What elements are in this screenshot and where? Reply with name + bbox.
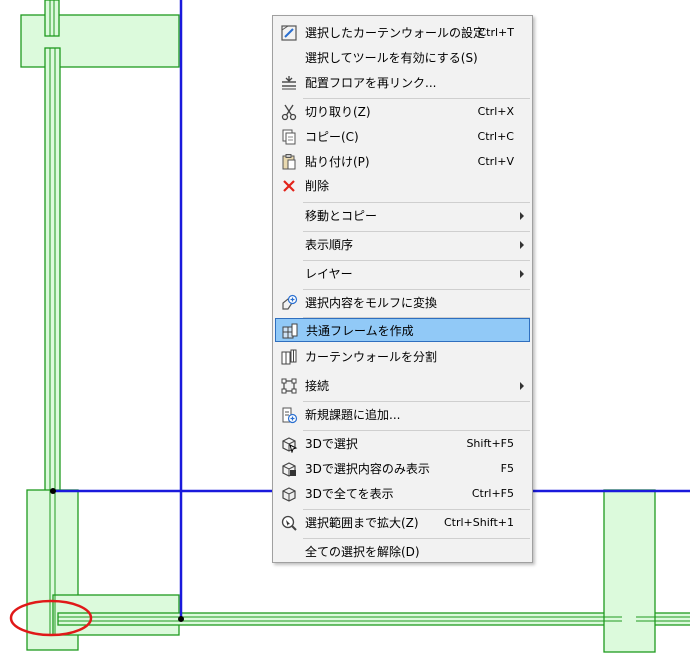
curtain-wall-panel[interactable]	[603, 489, 656, 653]
menu-item-label: 配置フロアを再リンク...	[305, 76, 437, 90]
menu-item[interactable]: 選択してツールを有効にする(S)	[275, 46, 530, 70]
menu-item-label: カーテンウォールを分割	[305, 350, 438, 364]
menu-item-label: コピー(C)	[305, 130, 359, 144]
submenu-arrow-icon	[520, 212, 524, 220]
menu-item[interactable]: 選択したカーテンウォールの設定 Ctrl+T	[275, 21, 530, 45]
menu-item[interactable]: 選択範囲まで拡大(Z) Ctrl+Shift+1	[275, 511, 530, 535]
curtain-wall-frame[interactable]	[44, 0, 60, 37]
menu-item[interactable]: 切り取り(Z) Ctrl+X	[275, 100, 530, 124]
menu-item[interactable]: レイヤー	[275, 262, 530, 286]
menu-separator	[303, 289, 530, 290]
menu-item-shortcut: Ctrl+V	[477, 155, 514, 168]
menu-item[interactable]: 移動とコピー	[275, 204, 530, 228]
menu-item-shortcut: Ctrl+Shift+1	[443, 516, 514, 529]
select-3d-icon	[280, 435, 298, 454]
menu-item-label: 選択したカーテンウォールの設定	[305, 26, 486, 40]
submenu-arrow-icon	[520, 270, 524, 278]
common-frame-icon	[281, 322, 299, 340]
submenu-arrow-icon	[520, 241, 524, 249]
menu-separator	[303, 430, 530, 431]
split-curtain-wall-icon	[280, 348, 298, 366]
menu-item-label: 切り取り(Z)	[305, 105, 371, 119]
context-menu: 選択したカーテンウォールの設定 Ctrl+T 選択してツールを有効にする(S) 配置フ…	[272, 15, 533, 563]
menu-item[interactable]: コピー(C) Ctrl+C	[275, 125, 530, 149]
menu-item[interactable]: 全ての選択を解除(D)	[275, 540, 530, 564]
menu-separator	[303, 98, 530, 99]
menu-item-label: 選択してツールを有効にする(S)	[305, 51, 478, 65]
menu-item-shortcut: Ctrl+X	[477, 105, 514, 118]
menu-item-label: 移動とコピー	[305, 209, 378, 223]
menu-item-label: 3Dで全てを表示	[305, 487, 394, 501]
relink-floor-icon	[280, 74, 298, 92]
menu-item[interactable]: 3Dで全てを表示 Ctrl+F5	[275, 482, 530, 506]
zoom-selection-icon	[280, 514, 298, 532]
menu-separator	[303, 401, 530, 402]
menu-item-label: 接続	[305, 379, 330, 393]
menu-item[interactable]: 選択内容をモルフに変換	[275, 291, 530, 315]
menu-item-label: 選択内容をモルフに変換	[305, 296, 438, 310]
menu-separator	[303, 231, 530, 232]
menu-item-label: 全ての選択を解除(D)	[305, 545, 420, 559]
menu-item[interactable]: 新規課題に追加...	[275, 403, 530, 427]
menu-item-label: 表示順序	[305, 238, 354, 252]
menu-item[interactable]: 配置フロアを再リンク...	[275, 71, 530, 95]
menu-item[interactable]: 3Dで選択 Shift+F5	[275, 432, 530, 456]
menu-item[interactable]: 接続	[275, 374, 530, 398]
menu-item[interactable]: カーテンウォールを分割	[275, 345, 530, 369]
copy-icon	[280, 128, 298, 146]
connect-icon	[280, 377, 298, 395]
menu-item[interactable]: 共通フレームを作成	[275, 318, 530, 342]
menu-item-label: 削除	[305, 179, 330, 193]
show-all-3d-icon	[280, 485, 298, 503]
menu-item-shortcut: Shift+F5	[466, 437, 514, 450]
menu-item[interactable]: 表示順序	[275, 233, 530, 257]
menu-item-label: レイヤー	[305, 267, 353, 281]
menu-item-label: 3Dで選択内容のみ表示	[305, 462, 430, 476]
menu-item-label: 共通フレームを作成	[306, 324, 414, 338]
menu-separator	[303, 538, 530, 539]
menu-item-label: 3Dで選択	[305, 437, 358, 451]
paste-icon	[280, 153, 298, 171]
menu-separator	[303, 260, 530, 261]
delete-x-icon	[280, 177, 298, 195]
grid-node[interactable]	[178, 616, 184, 622]
curtain-wall-settings-icon	[280, 24, 298, 42]
menu-item-shortcut: F5	[500, 462, 514, 475]
menu-item[interactable]: 貼り付け(P) Ctrl+V	[275, 150, 530, 174]
curtain-wall-frame[interactable]	[57, 612, 623, 626]
grid-node[interactable]	[50, 488, 56, 494]
menu-item-shortcut: Ctrl+T	[478, 26, 514, 39]
menu-separator	[303, 509, 530, 510]
show-selection-3d-icon	[280, 460, 298, 478]
menu-item-shortcut: Ctrl+F5	[471, 487, 514, 500]
menu-item-label: 選択範囲まで拡大(Z)	[305, 516, 419, 530]
menu-separator	[303, 202, 530, 203]
convert-morph-icon	[280, 294, 298, 312]
scissors-icon	[280, 103, 298, 121]
submenu-arrow-icon	[520, 382, 524, 390]
menu-item-shortcut: Ctrl+C	[477, 130, 514, 143]
menu-item[interactable]: 削除	[275, 174, 530, 198]
menu-item[interactable]: 3Dで選択内容のみ表示 F5	[275, 457, 530, 481]
add-issue-icon	[280, 406, 298, 424]
menu-item-label: 貼り付け(P)	[305, 155, 370, 169]
menu-item-label: 新規課題に追加...	[305, 408, 401, 422]
